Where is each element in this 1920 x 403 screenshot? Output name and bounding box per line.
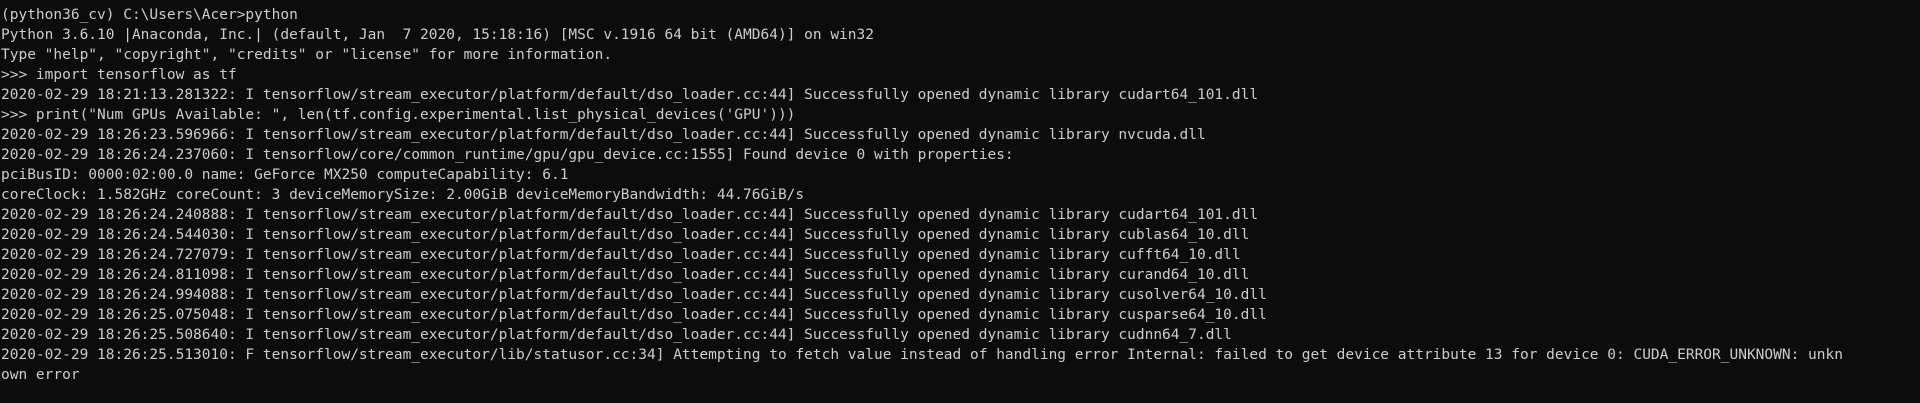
repl-input-line: >>> import tensorflow as tf	[1, 67, 237, 83]
terminal-window[interactable]: (python36_cv) C:\Users\Acer>python Pytho…	[0, 0, 1920, 403]
log-line: 2020-02-29 18:26:25.508640: I tensorflow…	[1, 327, 1232, 343]
log-line: 2020-02-29 18:26:24.240888: I tensorflow…	[1, 207, 1259, 223]
output-line: Python 3.6.10 |Anaconda, Inc.| (default,…	[1, 27, 874, 43]
log-line: 2020-02-29 18:26:24.811098: I tensorflow…	[1, 267, 1250, 283]
error-line: 2020-02-29 18:26:25.513010: F tensorflow…	[1, 347, 1843, 363]
error-line-continuation: own error	[1, 367, 80, 383]
output-line: pciBusID: 0000:02:00.0 name: GeForce MX2…	[1, 167, 569, 183]
log-line: 2020-02-29 18:26:25.075048: I tensorflow…	[1, 307, 1267, 323]
log-line: 2020-02-29 18:26:24.994088: I tensorflow…	[1, 287, 1267, 303]
log-line: 2020-02-29 18:26:24.727079: I tensorflow…	[1, 247, 1241, 263]
log-line: 2020-02-29 18:26:23.596966: I tensorflow…	[1, 127, 1206, 143]
output-line: Type "help", "copyright", "credits" or "…	[1, 47, 613, 63]
log-line: 2020-02-29 18:26:24.544030: I tensorflow…	[1, 227, 1250, 243]
log-line: 2020-02-29 18:26:24.237060: I tensorflow…	[1, 147, 1014, 163]
output-line: coreClock: 1.582GHz coreCount: 3 deviceM…	[1, 187, 805, 203]
log-line: 2020-02-29 18:21:13.281322: I tensorflow…	[1, 87, 1259, 103]
prompt-line: (python36_cv) C:\Users\Acer>python	[1, 7, 298, 23]
repl-input-line: >>> print("Num GPUs Available: ", len(tf…	[1, 107, 796, 123]
